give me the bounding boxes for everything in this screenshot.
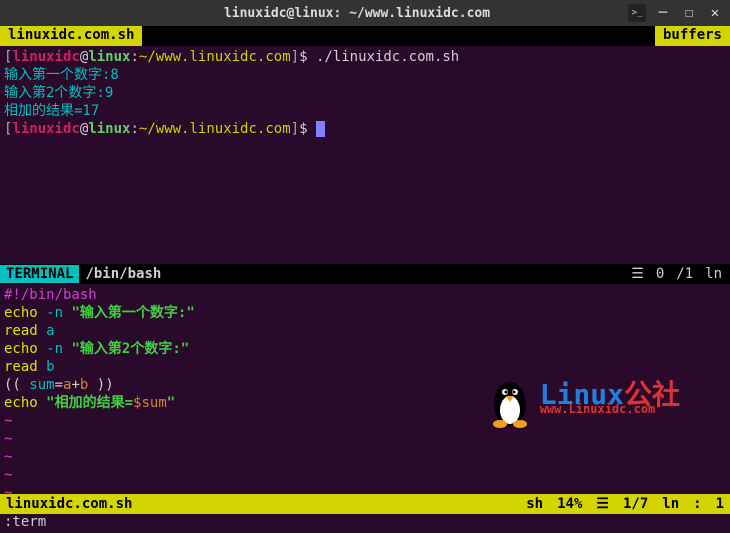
editor-tilde: ~	[4, 484, 726, 502]
split-count: 0	[656, 266, 664, 282]
output-line-1: 输入第一个数字:8	[4, 66, 726, 84]
split-ln: ln	[705, 266, 722, 282]
window-controls: >_ ─ ☐ ✕	[628, 4, 724, 22]
output-line-2: 输入第2个数字:9	[4, 84, 726, 102]
vim-command-line[interactable]: :term	[0, 514, 730, 532]
output-line-3: 相加的结果=17	[4, 102, 726, 120]
script-line-1: #!/bin/bash	[4, 286, 726, 304]
terminal-app-icon: >_	[628, 4, 646, 22]
editor-pane[interactable]: #!/bin/bash echo -n "输入第一个数字:" read a ec…	[0, 284, 730, 494]
tab-file[interactable]: linuxidc.com.sh	[0, 26, 142, 46]
editor-tilde: ~	[4, 430, 726, 448]
terminal-cursor	[316, 121, 325, 137]
tab-buffers[interactable]: buffers	[655, 26, 730, 46]
close-button[interactable]: ✕	[706, 4, 724, 22]
watermark-url: www.Linuxidc.com	[540, 400, 680, 418]
prompt-line-1: [linuxidc@linux:~/www.linuxidc.com]$ ./l…	[4, 48, 726, 66]
window-titlebar: linuxidc@linux: ~/www.linuxidc.com >_ ─ …	[0, 0, 730, 26]
terminal-pane[interactable]: [linuxidc@linux:~/www.linuxidc.com]$ ./l…	[0, 46, 730, 264]
window-title: linuxidc@linux: ~/www.linuxidc.com	[86, 6, 628, 21]
script-line-2: echo -n "输入第一个数字:"	[4, 304, 726, 322]
split-page: /1	[676, 266, 693, 282]
pane-split-bar: TERMINAL /bin/bash ☰ 0 /1 ln	[0, 264, 730, 284]
watermark: Linux公社 www.Linuxidc.com	[486, 374, 680, 430]
prompt-line-2: [linuxidc@linux:~/www.linuxidc.com]$	[4, 120, 726, 138]
maximize-button[interactable]: ☐	[680, 4, 698, 22]
tux-icon	[486, 374, 534, 430]
shell-label: /bin/bash	[79, 266, 167, 282]
hamburger-icon: ☰	[631, 266, 644, 282]
split-right-info: ☰ 0 /1 ln	[631, 266, 730, 282]
minimize-button[interactable]: ─	[654, 4, 672, 22]
editor-tilde: ~	[4, 466, 726, 484]
buffer-tab-bar: linuxidc.com.sh buffers	[0, 26, 730, 46]
terminal-label: TERMINAL	[0, 265, 79, 283]
watermark-text: Linux公社 www.Linuxidc.com	[540, 386, 680, 418]
script-line-4: echo -n "输入第2个数字:"	[4, 340, 726, 358]
script-line-3: read a	[4, 322, 726, 340]
editor-tilde: ~	[4, 448, 726, 466]
